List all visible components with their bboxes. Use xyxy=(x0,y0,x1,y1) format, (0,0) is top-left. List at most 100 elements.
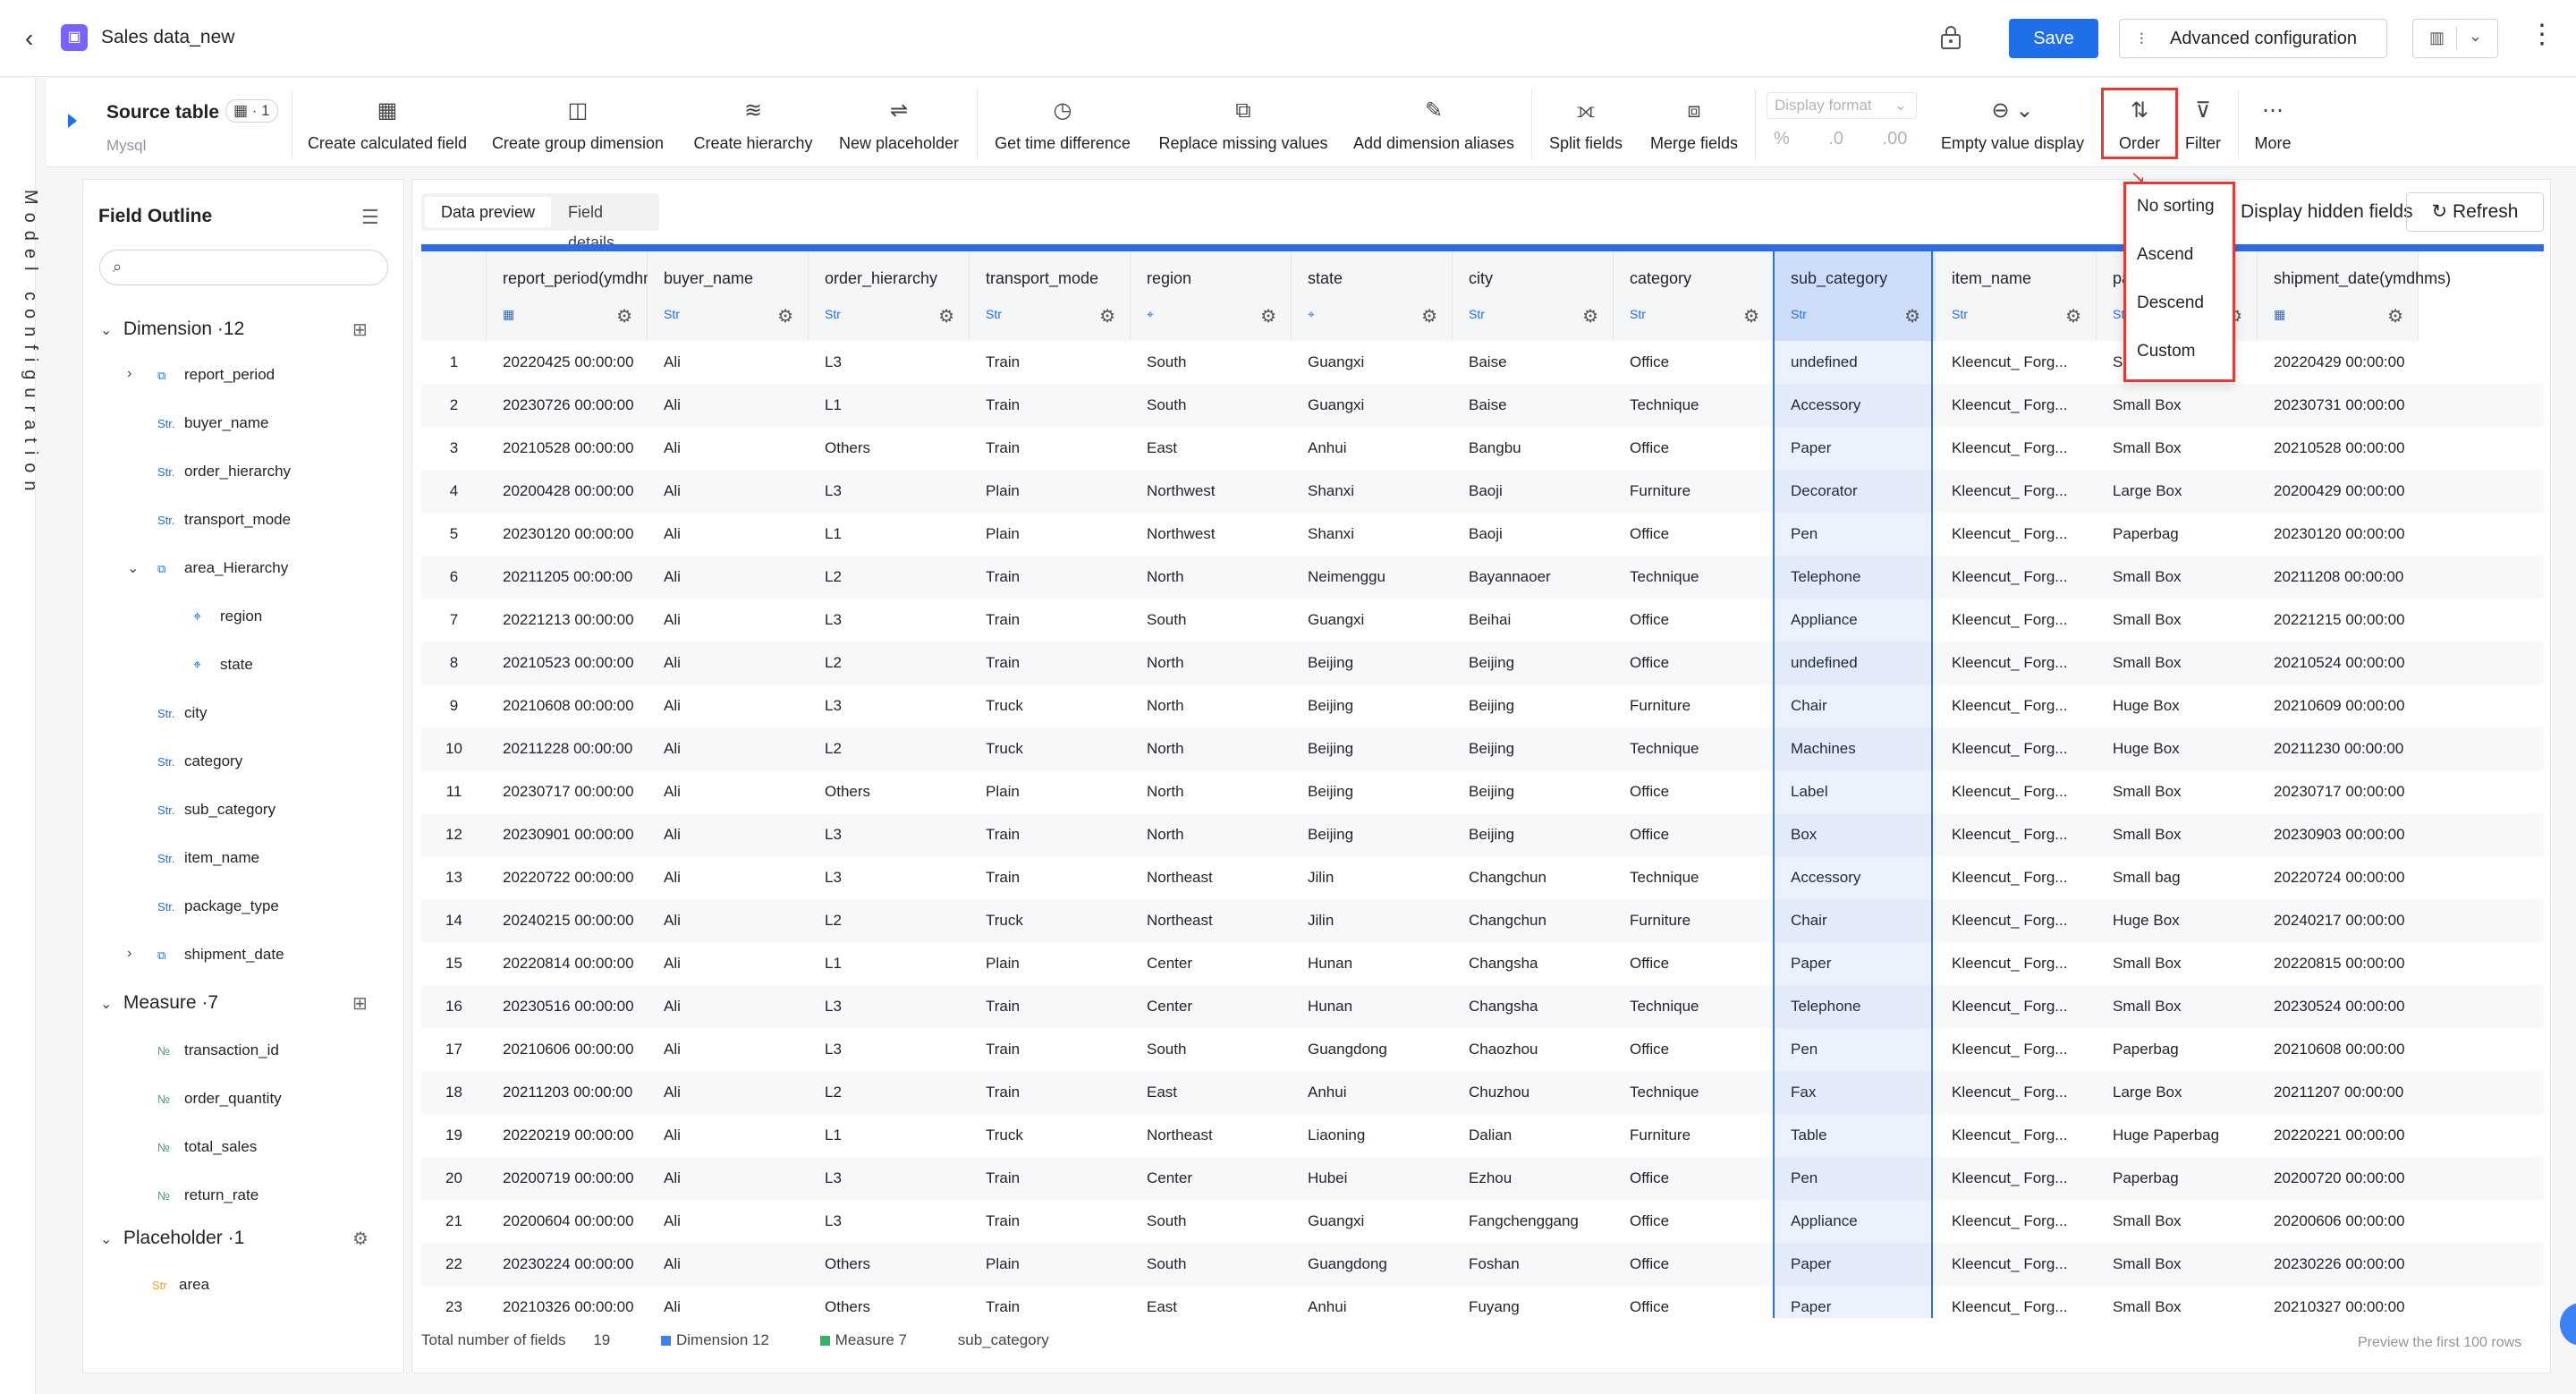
refresh-button[interactable]: ↻ Refresh xyxy=(2406,192,2544,232)
placeholder-group-header[interactable]: ⌄ Placeholder ·1 xyxy=(100,1228,244,1249)
save-button[interactable]: Save xyxy=(2009,19,2098,58)
decrease-decimal-icon[interactable]: .0 xyxy=(1828,129,1843,149)
display-hidden-fields-toggle[interactable]: Display hidden fields xyxy=(2241,201,2413,223)
chevron-down-icon[interactable]: ⌄ xyxy=(127,559,139,577)
column-header-item-name[interactable]: item_name Str ⚙ xyxy=(1936,251,2097,341)
sidebar-field-category[interactable]: Str. category xyxy=(157,752,242,770)
collapse-outline-icon[interactable]: ☰ xyxy=(361,206,379,229)
table-row[interactable]: 3 20210528 00:00:00 Ali Others Train East Anhu… xyxy=(421,427,2544,470)
tab-field-details[interactable]: Field details xyxy=(552,197,659,251)
chevron-right-icon[interactable]: › xyxy=(127,366,131,382)
order-option-no-sorting[interactable]: No sorting xyxy=(2137,197,2215,217)
column-header-region[interactable]: region ⌖ ⚙ xyxy=(1131,251,1292,341)
gear-icon[interactable]: ⚙ xyxy=(777,305,793,327)
table-row[interactable]: 7 20221213 00:00:00 Ali L3 Train South Guangxi… xyxy=(421,599,2544,642)
sidebar-field-transport-mode[interactable]: Str. transport_mode xyxy=(157,511,291,529)
sidebar-field-report-period[interactable]: › ⧉ report_period xyxy=(127,366,275,384)
gear-icon[interactable]: ⚙ xyxy=(2387,305,2403,327)
gear-icon[interactable]: ⚙ xyxy=(2065,305,2081,327)
chart-type-button[interactable]: ▥ ⌄ xyxy=(2412,19,2498,58)
gear-icon[interactable]: ⚙ xyxy=(1582,305,1598,327)
table-row[interactable]: 21 20200604 00:00:00 Ali L3 Train South Guangx… xyxy=(421,1200,2544,1243)
table-row[interactable]: 20 20200719 00:00:00 Ali L3 Train Center Hubei… xyxy=(421,1157,2544,1200)
table-row[interactable]: 17 20210606 00:00:00 Ali L3 Train South Guangd… xyxy=(421,1028,2544,1071)
column-header-state[interactable]: state ⌖ ⚙ xyxy=(1292,251,1453,341)
table-row[interactable]: 6 20211205 00:00:00 Ali L2 Train North Neimeng… xyxy=(421,556,2544,599)
gear-icon[interactable]: ⚙ xyxy=(352,1228,369,1250)
column-header-order-hierarchy[interactable]: order_hierarchy Str ⚙ xyxy=(809,251,970,341)
add-dimension-aliases-button[interactable]: ✎ Add dimension aliases xyxy=(1351,97,1517,161)
column-header-report-period-ymdhms[interactable]: report_period(ymdhms) ▦ ⚙ xyxy=(487,251,670,341)
table-row[interactable]: 19 20220219 00:00:00 Ali L1 Truck Northeast Li… xyxy=(421,1114,2544,1157)
gear-icon[interactable]: ⚙ xyxy=(616,305,632,327)
increase-decimal-icon[interactable]: .00 xyxy=(1883,129,1908,149)
more-options-icon[interactable]: ⋮ xyxy=(2529,21,2555,48)
table-row[interactable]: 2 20230726 00:00:00 Ali L1 Train South Guangxi… xyxy=(421,384,2544,427)
create-hierarchy-button[interactable]: ≋ Create hierarchy xyxy=(691,97,816,161)
get-time-difference-button[interactable]: ◷ Get time difference xyxy=(991,97,1134,161)
source-table-count-badge[interactable]: ▦ · 1 xyxy=(225,99,278,123)
field-search-input[interactable]: ⌕ xyxy=(99,250,388,285)
filter-button[interactable]: ⊽ Filter xyxy=(2182,97,2224,161)
table-row[interactable]: 15 20220814 00:00:00 Ali L1 Plain Center Hunan… xyxy=(421,942,2544,985)
order-option-descend[interactable]: Descend xyxy=(2137,293,2204,313)
sidebar-field-sub-category[interactable]: Str. sub_category xyxy=(157,801,275,819)
sidebar-field-total-sales[interactable]: № total_sales xyxy=(157,1138,257,1156)
table-row[interactable]: 16 20230516 00:00:00 Ali L3 Train Center Hunan… xyxy=(421,985,2544,1028)
gear-icon[interactable]: ⚙ xyxy=(1421,305,1437,327)
help-fab[interactable] xyxy=(2560,1303,2576,1346)
sidebar-field-order-quantity[interactable]: № order_quantity xyxy=(157,1090,282,1108)
merge-fields-button[interactable]: ⧈ Merge fields xyxy=(1646,97,1742,161)
sidebar-field-buyer-name[interactable]: Str. buyer_name xyxy=(157,414,269,432)
table-row[interactable]: 11 20230717 00:00:00 Ali Others Plain North Be… xyxy=(421,770,2544,813)
create-group-dimension-button[interactable]: ◫ Create group dimension xyxy=(490,97,665,161)
table-row[interactable]: 9 20210608 00:00:00 Ali L3 Truck North Beijing… xyxy=(421,684,2544,727)
add-folder-icon[interactable]: ⊞ xyxy=(352,319,368,341)
gear-icon[interactable]: ⚙ xyxy=(1260,305,1276,327)
table-row[interactable]: 14 20240215 00:00:00 Ali L2 Truck Northeast Ji… xyxy=(421,899,2544,942)
add-folder-icon[interactable]: ⊞ xyxy=(352,992,368,1015)
lock-icon[interactable] xyxy=(1939,24,1962,51)
display-format-select[interactable]: Display format ⌄ xyxy=(1767,92,1917,119)
sidebar-field-state[interactable]: ⌖ state xyxy=(193,656,253,674)
advanced-configuration-button[interactable]: ⫶ Advanced configuration xyxy=(2119,19,2387,58)
percent-icon[interactable]: % xyxy=(1774,129,1790,149)
order-option-ascend[interactable]: Ascend xyxy=(2137,245,2193,265)
order-option-custom[interactable]: Custom xyxy=(2137,342,2195,361)
sidebar-field-area-hierarchy[interactable]: ⌄ ⧉ area_Hierarchy xyxy=(127,559,288,577)
tab-data-preview[interactable]: Data preview xyxy=(425,197,552,227)
replace-missing-values-button[interactable]: ⧉ Replace missing values xyxy=(1156,97,1331,161)
empty-value-display-button[interactable]: ⊖ ⌄ Empty value display xyxy=(1932,97,2093,161)
table-row[interactable]: 22 20230224 00:00:00 Ali Others Plain South Gu… xyxy=(421,1243,2544,1286)
gear-icon[interactable]: ⚙ xyxy=(1099,305,1115,327)
dimension-group-header[interactable]: ⌄ Dimension ·12 xyxy=(100,319,244,340)
chevron-down-icon[interactable]: ⌄ xyxy=(2469,27,2482,46)
gear-icon[interactable]: ⚙ xyxy=(938,305,954,327)
table-row[interactable]: 5 20230120 00:00:00 Ali L1 Plain Northwest Sha… xyxy=(421,513,2544,556)
table-row[interactable]: 10 20211228 00:00:00 Ali L2 Truck North Beijin… xyxy=(421,727,2544,770)
sidebar-field-city[interactable]: Str. city xyxy=(157,704,208,722)
sidebar-field-item-name[interactable]: Str. item_name xyxy=(157,849,259,867)
sidebar-field-shipment-date[interactable]: › ⧉ shipment_date xyxy=(127,946,284,964)
gear-icon[interactable]: ⚙ xyxy=(1743,305,1759,327)
table-row[interactable]: 13 20220722 00:00:00 Ali L3 Train Northeast Ji… xyxy=(421,856,2544,899)
sidebar-field-order-hierarchy[interactable]: Str. order_hierarchy xyxy=(157,463,291,480)
sidebar-field-package-type[interactable]: Str. package_type xyxy=(157,897,279,915)
back-icon[interactable]: ‹ xyxy=(25,25,47,52)
caret-right-icon[interactable] xyxy=(68,114,77,128)
column-header-city[interactable]: city Str ⚙ xyxy=(1453,251,1614,341)
new-placeholder-button[interactable]: ⇌ New placeholder xyxy=(836,97,962,161)
table-row[interactable]: 8 20210523 00:00:00 Ali L2 Train North Beijing… xyxy=(421,642,2544,684)
column-header-shipment-date-ymdhms[interactable]: shipment_date(ymdhms) ▦ ⚙ xyxy=(2258,251,2451,341)
column-header-transport-mode[interactable]: transport_mode Str ⚙ xyxy=(970,251,1131,341)
model-configuration-rail[interactable]: Model configuration xyxy=(0,78,40,1394)
split-fields-button[interactable]: ⟗ Split fields xyxy=(1544,97,1628,161)
column-header-category[interactable]: category Str ⚙ xyxy=(1614,251,1775,341)
more-button[interactable]: ⋯ More xyxy=(2250,97,2295,161)
chevron-right-icon[interactable]: › xyxy=(127,946,131,962)
table-row[interactable]: 23 20210326 00:00:00 Ali Others Train East Anh… xyxy=(421,1286,2544,1318)
table-row[interactable]: 4 20200428 00:00:00 Ali L3 Plain Northwest Sha… xyxy=(421,470,2544,513)
measure-group-header[interactable]: ⌄ Measure ·7 xyxy=(100,992,218,1014)
sidebar-field-area[interactable]: Str area xyxy=(152,1276,209,1294)
column-header-buyer-name[interactable]: buyer_name Str ⚙ xyxy=(648,251,809,341)
